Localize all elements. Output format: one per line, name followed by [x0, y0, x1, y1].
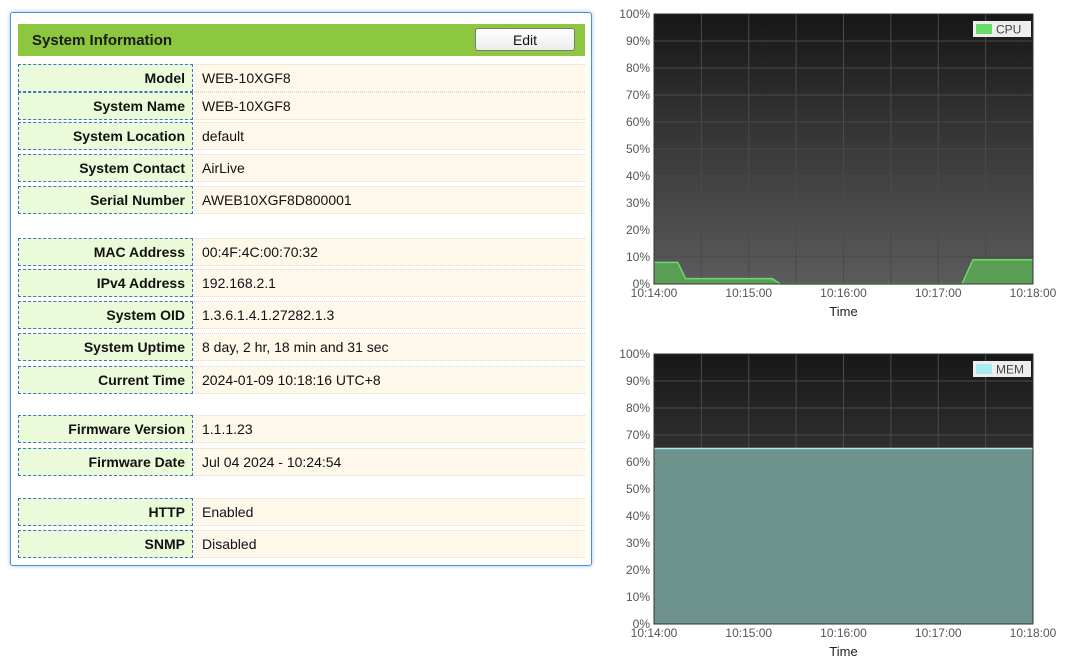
- info-label: Firmware Version: [18, 415, 193, 443]
- info-value: 1.1.1.23: [194, 415, 585, 443]
- info-value: WEB-10XGF8: [194, 64, 585, 92]
- y-tick-label: 100%: [619, 347, 650, 361]
- x-axis-label: Time: [829, 304, 857, 319]
- info-label: System Uptime: [18, 333, 193, 361]
- info-value: 2024-01-09 10:18:16 UTC+8: [194, 366, 585, 394]
- info-label: Model: [18, 64, 193, 92]
- system-information-panel: System Information Edit Model WEB-10XGF8…: [10, 12, 592, 566]
- y-tick-label: 30%: [626, 536, 650, 550]
- y-tick-label: 40%: [626, 509, 650, 523]
- info-row-system-name: System Name WEB-10XGF8: [18, 92, 585, 120]
- info-value: 8 day, 2 hr, 18 min and 31 sec: [194, 333, 585, 361]
- info-row-ipv4-address: IPv4 Address 192.168.2.1: [18, 269, 585, 297]
- info-row-firmware-version: Firmware Version 1.1.1.23: [18, 415, 585, 443]
- y-tick-label: 60%: [626, 455, 650, 469]
- info-row-firmware-date: Firmware Date Jul 04 2024 - 10:24:54: [18, 448, 585, 476]
- legend-swatch: [976, 364, 992, 374]
- info-row-serial-number: Serial Number AWEB10XGF8D800001: [18, 186, 585, 214]
- info-label: IPv4 Address: [18, 269, 193, 297]
- info-row-system-uptime: System Uptime 8 day, 2 hr, 18 min and 31…: [18, 333, 585, 361]
- panel-title: System Information: [32, 32, 173, 49]
- info-value: 00:4F:4C:00:70:32: [194, 238, 585, 266]
- info-value: 1.3.6.1.4.1.27282.1.3: [194, 301, 585, 329]
- info-label: System Contact: [18, 154, 193, 182]
- y-tick-label: 50%: [626, 482, 650, 496]
- panel-header: System Information Edit: [18, 24, 585, 56]
- y-tick-label: 20%: [626, 563, 650, 577]
- info-row-http: HTTP Enabled: [18, 498, 585, 526]
- x-tick-label: 10:16:00: [820, 286, 867, 300]
- info-label: System Location: [18, 122, 193, 150]
- info-label: Current Time: [18, 366, 193, 394]
- x-tick-label: 10:15:00: [725, 626, 772, 640]
- y-tick-label: 70%: [626, 88, 650, 102]
- legend-swatch: [976, 24, 992, 34]
- y-tick-label: 10%: [626, 250, 650, 264]
- y-tick-label: 10%: [626, 590, 650, 604]
- y-tick-label: 90%: [626, 374, 650, 388]
- info-row-system-contact: System Contact AirLive: [18, 154, 585, 182]
- legend-label: CPU: [996, 23, 1021, 37]
- info-row-current-time: Current Time 2024-01-09 10:18:16 UTC+8: [18, 366, 585, 394]
- y-tick-label: 30%: [626, 196, 650, 210]
- info-value: WEB-10XGF8: [194, 92, 585, 120]
- info-value: 192.168.2.1: [194, 269, 585, 297]
- x-tick-label: 10:17:00: [915, 626, 962, 640]
- x-tick-label: 10:17:00: [915, 286, 962, 300]
- series-area-mem: [654, 448, 1033, 624]
- x-tick-label: 10:14:00: [631, 286, 678, 300]
- info-value: Jul 04 2024 - 10:24:54: [194, 448, 585, 476]
- y-tick-label: 60%: [626, 115, 650, 129]
- x-tick-label: 10:18:00: [1010, 286, 1057, 300]
- y-tick-label: 80%: [626, 61, 650, 75]
- cpu-usage-chart: CPU0%10%20%30%40%50%60%70%80%90%100%10:1…: [619, 7, 1057, 319]
- y-tick-label: 100%: [619, 7, 650, 21]
- info-row-system-location: System Location default: [18, 122, 585, 150]
- memory-usage-chart: MEM0%10%20%30%40%50%60%70%80%90%100%10:1…: [619, 347, 1057, 659]
- legend-label: MEM: [996, 363, 1024, 377]
- y-tick-label: 70%: [626, 428, 650, 442]
- y-tick-label: 50%: [626, 142, 650, 156]
- info-value: Disabled: [194, 530, 585, 558]
- x-tick-label: 10:18:00: [1010, 626, 1057, 640]
- info-row-mac-address: MAC Address 00:4F:4C:00:70:32: [18, 238, 585, 266]
- y-tick-label: 90%: [626, 34, 650, 48]
- info-label: System OID: [18, 301, 193, 329]
- info-label: SNMP: [18, 530, 193, 558]
- y-tick-label: 40%: [626, 169, 650, 183]
- x-axis-label: Time: [829, 644, 857, 659]
- info-label: Serial Number: [18, 186, 193, 214]
- info-row-snmp: SNMP Disabled: [18, 530, 585, 558]
- x-tick-label: 10:15:00: [725, 286, 772, 300]
- info-value: Enabled: [194, 498, 585, 526]
- info-row-model: Model WEB-10XGF8: [18, 64, 585, 92]
- info-label: HTTP: [18, 498, 193, 526]
- info-label: MAC Address: [18, 238, 193, 266]
- y-tick-label: 20%: [626, 223, 650, 237]
- edit-button[interactable]: Edit: [475, 28, 575, 51]
- info-value: default: [194, 122, 585, 150]
- x-tick-label: 10:14:00: [631, 626, 678, 640]
- info-row-system-oid: System OID 1.3.6.1.4.1.27282.1.3: [18, 301, 585, 329]
- y-tick-label: 80%: [626, 401, 650, 415]
- info-label: System Name: [18, 92, 193, 120]
- info-value: AWEB10XGF8D800001: [194, 186, 585, 214]
- info-label: Firmware Date: [18, 448, 193, 476]
- info-value: AirLive: [194, 154, 585, 182]
- x-tick-label: 10:16:00: [820, 626, 867, 640]
